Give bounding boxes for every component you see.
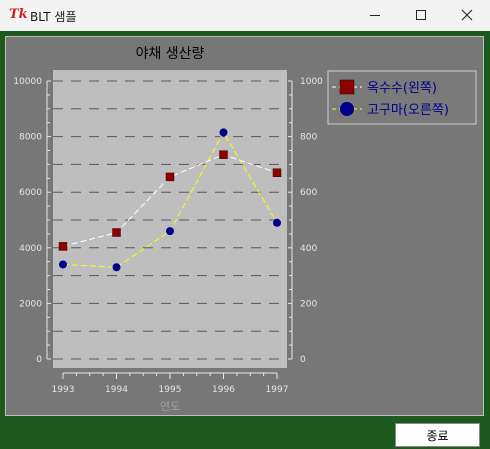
left-axis-tick-label: 2000	[19, 299, 42, 309]
left-axis-tick-label: 0	[36, 355, 42, 365]
right-axis-tick-label: 400	[300, 244, 317, 254]
x-axis-tick-label: 1997	[266, 385, 289, 395]
vegetable-production-chart: 야채 생산량 연도 0 2000 4000 6000 8000 10000 0 200 400 6…	[13, 46, 477, 413]
series-2-point	[59, 260, 67, 269]
right-axis-tick-label: 200	[300, 299, 317, 309]
legend-label-1: 옥수수(왼쪽)	[367, 81, 437, 96]
x-axis-tick-label: 1994	[105, 385, 128, 395]
series-1-point	[165, 172, 175, 182]
x-axis-tick-label: 1993	[52, 385, 75, 395]
chart-title: 야채 생산량	[136, 46, 205, 62]
close-button[interactable]: 종료	[395, 423, 480, 447]
x-axis-tick-label: 1995	[159, 385, 182, 395]
series-1-point	[58, 242, 68, 251]
legend-marker-circle	[340, 102, 354, 116]
left-axis-tick-label: 6000	[19, 188, 42, 198]
x-axis-label: 연도	[160, 400, 180, 413]
left-axis-tick-label: 4000	[19, 244, 42, 254]
left-axis-tick-label: 10000	[13, 77, 42, 87]
x-axis-tick-label: 1996	[212, 385, 235, 395]
series-2-point	[112, 263, 121, 272]
series-1-point	[272, 168, 282, 177]
right-axis-tick-label: 600	[300, 188, 317, 198]
series-2-point	[273, 218, 281, 227]
right-axis-tick-label: 800	[300, 133, 317, 143]
right-axis-tick-label: 0	[300, 355, 306, 365]
series-1-point	[219, 150, 228, 159]
legend-label-2: 고구마(오른쪽)	[367, 103, 449, 118]
legend-marker-square	[339, 79, 355, 95]
series-1-point	[112, 228, 121, 237]
plot-background	[53, 70, 287, 368]
series-2-point	[166, 227, 174, 236]
left-axis-tick-label: 8000	[19, 133, 42, 143]
series-2-point	[219, 128, 228, 137]
right-axis-tick-label: 1000	[300, 77, 323, 87]
